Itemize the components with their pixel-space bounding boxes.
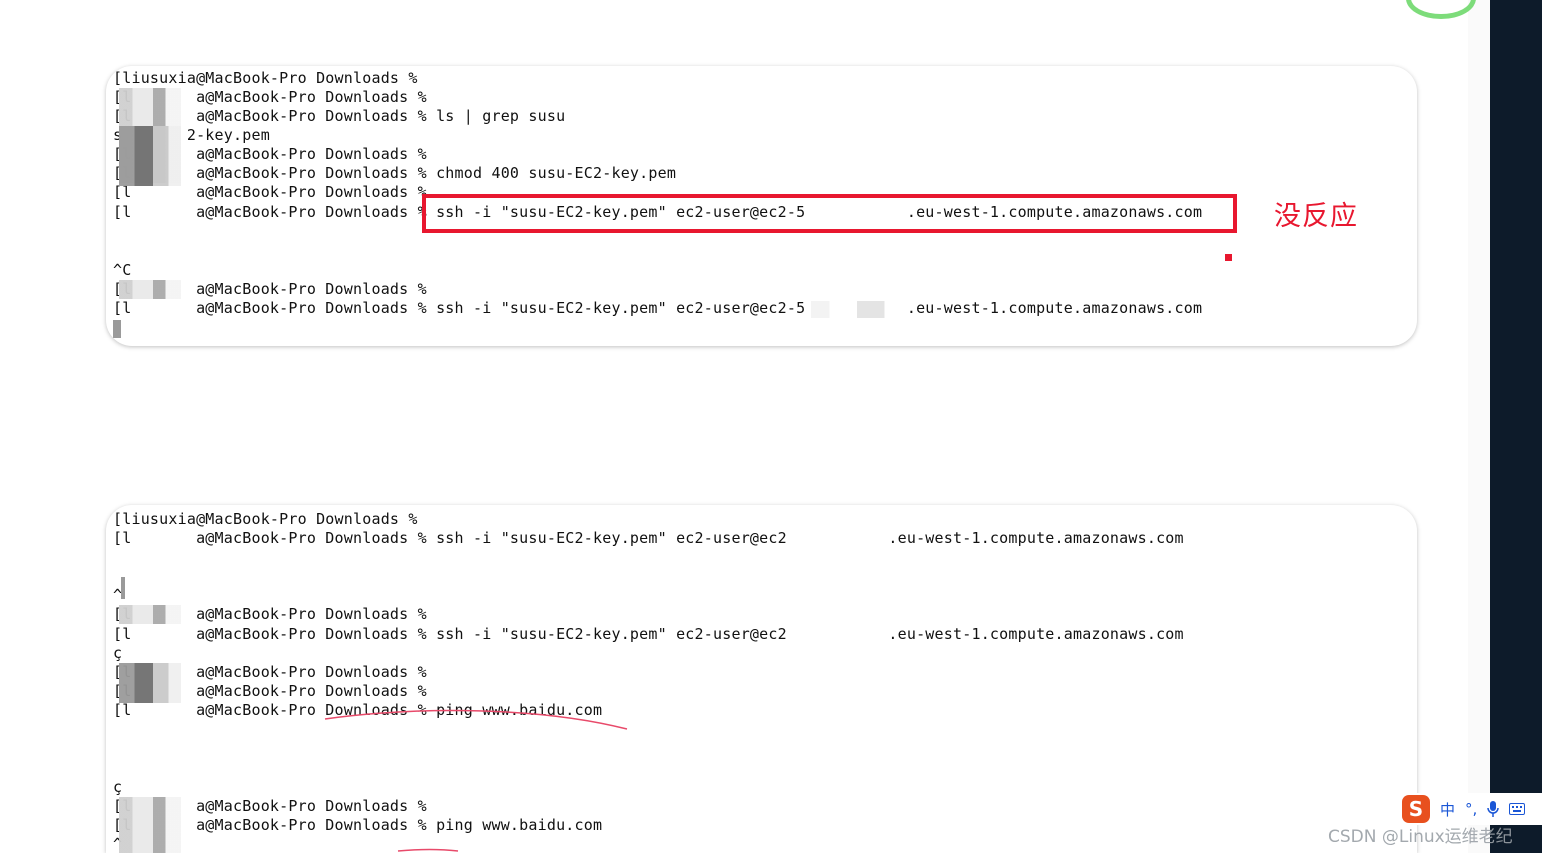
red-marker bbox=[1225, 254, 1232, 261]
terminal-line: ^C bbox=[113, 261, 132, 279]
terminal-line: [l a@MacBook-Pro Downloads % chmod 400 s… bbox=[113, 164, 677, 182]
csdn-watermark: CSDN @Linux运维老纪 bbox=[1328, 827, 1513, 847]
terminal-line: [l a@MacBook-Pro Downloads % ping www.ba… bbox=[113, 701, 603, 719]
redacted-username-block bbox=[119, 126, 181, 186]
mic-icon[interactable] bbox=[1487, 801, 1500, 817]
terminal-screenshot-2: [liusuxia@MacBook-Pro Downloads % [l a@M… bbox=[106, 505, 1417, 853]
terminal-line: [l a@MacBook-Pro Downloads % ssh -i "sus… bbox=[113, 529, 1184, 547]
window-edge-strip bbox=[1468, 0, 1490, 853]
annotation-no-response: 没反应 bbox=[1274, 201, 1358, 232]
redacted-username-block bbox=[119, 663, 181, 703]
terminal-line: [liusuxia@MacBook-Pro Downloads % bbox=[113, 69, 418, 87]
redacted-host bbox=[811, 301, 903, 318]
ime-punctuation-toggle[interactable]: °, bbox=[1465, 800, 1477, 818]
dark-side-panel bbox=[1490, 0, 1542, 853]
terminal-line: [l a@MacBook-Pro Downloads % ssh -i "sus… bbox=[113, 299, 1203, 317]
terminal-cursor bbox=[113, 320, 121, 338]
highlight-box bbox=[422, 194, 1237, 233]
terminal-line: [liusuxia@MacBook-Pro Downloads % bbox=[113, 510, 418, 528]
terminal-line: [l a@MacBook-Pro Downloads % ssh -i "sus… bbox=[113, 625, 1184, 643]
input-method-toolbar[interactable]: S 中 °, bbox=[1398, 793, 1542, 825]
ime-mode-toggle[interactable]: 中 bbox=[1440, 799, 1455, 820]
sogou-logo-icon[interactable]: S bbox=[1402, 795, 1430, 823]
terminal-cursor bbox=[121, 577, 125, 599]
terminal-line: ç bbox=[113, 778, 123, 796]
terminal-line: ç bbox=[113, 644, 123, 662]
terminal-line: [l a@MacBook-Pro Downloads % ping www.ba… bbox=[113, 816, 603, 834]
redacted-username-block bbox=[119, 280, 181, 299]
redacted-username-block bbox=[119, 605, 181, 624]
keyboard-icon[interactable] bbox=[1509, 803, 1526, 815]
green-ring-icon bbox=[1406, 0, 1476, 19]
redacted-username-block bbox=[119, 797, 181, 853]
